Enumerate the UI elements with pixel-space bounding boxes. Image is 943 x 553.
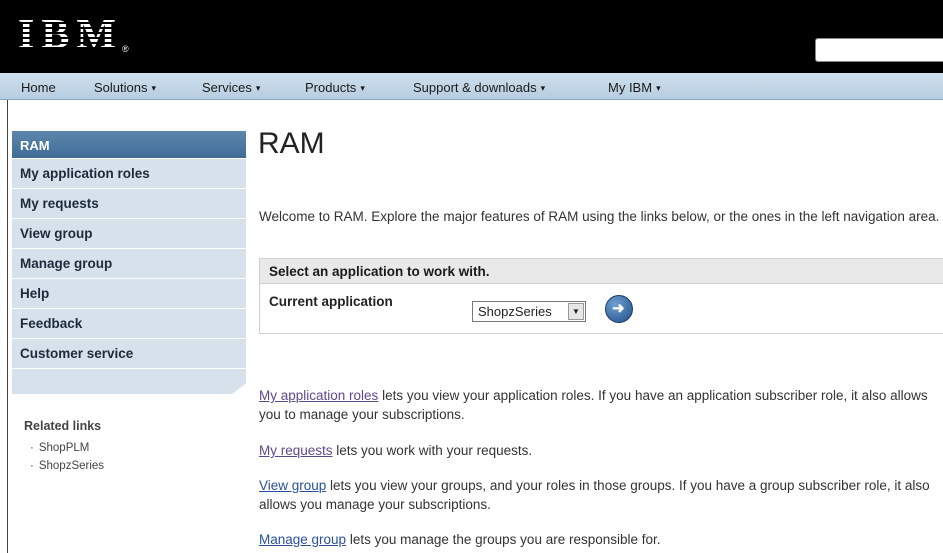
sidebar-item-my-application-roles[interactable]: My application roles — [12, 158, 246, 188]
masthead: IBM ® — [0, 0, 943, 73]
chevron-down-icon: ▾ — [151, 83, 157, 93]
description-my-requests: My requests lets you work with your requ… — [259, 443, 533, 458]
nav-services[interactable]: Services ▾ — [202, 80, 260, 95]
chevron-down-icon: ▾ — [255, 83, 261, 93]
description-manage-group: Manage group lets you manage the groups … — [259, 532, 661, 547]
nav-products[interactable]: Products ▾ — [305, 80, 365, 95]
nav-solutions[interactable]: Solutions ▾ — [94, 80, 156, 95]
left-frame-border — [0, 100, 8, 553]
arrow-right-icon: ➜ — [612, 300, 625, 317]
description-my-application-roles: My application roles lets you view your … — [259, 388, 928, 422]
chevron-down-icon: ▾ — [360, 83, 365, 93]
related-link-shopplm[interactable]: ShopPLM — [30, 442, 90, 454]
sidebar-item-manage-group[interactable]: Manage group — [12, 248, 246, 278]
sidebar-item-feedback[interactable]: Feedback — [12, 308, 246, 338]
sidebar-item-my-requests[interactable]: My requests — [12, 188, 246, 218]
go-button[interactable]: ➜ — [605, 295, 633, 323]
sidebar-item-help[interactable]: Help — [12, 278, 246, 308]
link-manage-group[interactable]: Manage group — [259, 532, 346, 547]
panel-heading: Select an application to work with. — [260, 259, 943, 284]
page-title: RAM — [258, 127, 325, 160]
nav-my-ibm[interactable]: My IBM ▾ — [608, 80, 661, 95]
application-select-panel: Select an application to work with. Curr… — [259, 258, 943, 334]
chevron-down-icon: ▾ — [540, 83, 546, 93]
nav-home[interactable]: Home — [21, 80, 56, 95]
description-view-group: View group lets you view your groups, an… — [259, 478, 930, 512]
nav-support-downloads[interactable]: Support & downloads ▾ — [413, 80, 545, 95]
svg-text:®: ® — [122, 44, 129, 54]
current-application-label: Current application — [269, 294, 393, 309]
selected-application: ShopzSeries — [478, 304, 552, 319]
chevron-down-icon: ▾ — [656, 83, 661, 93]
dropdown-arrow-icon[interactable]: ▼ — [568, 303, 584, 320]
welcome-text: Welcome to RAM. Explore the major featur… — [259, 209, 940, 224]
sidebar-heading[interactable]: RAM — [12, 131, 246, 158]
sidebar-item-view-group[interactable]: View group — [12, 218, 246, 248]
ibm-logo[interactable]: IBM ® — [18, 14, 138, 58]
sidebar-footer — [12, 368, 246, 394]
top-nav: Home Solutions ▾ Services ▾ Products ▾ Supp… — [0, 73, 943, 100]
svg-text:IBM: IBM — [18, 14, 116, 58]
link-my-application-roles[interactable]: My application roles — [259, 388, 378, 403]
related-link-shopzseries[interactable]: ShopzSeries — [30, 460, 104, 472]
application-select[interactable]: ShopzSeries ▼ — [472, 301, 586, 322]
link-my-requests[interactable]: My requests — [259, 443, 333, 458]
link-view-group[interactable]: View group — [259, 478, 326, 493]
sidebar-item-customer-service[interactable]: Customer service — [12, 338, 246, 368]
sidebar: RAM My application roles My requests Vie… — [12, 131, 246, 394]
search-input[interactable] — [815, 38, 943, 62]
related-links-heading: Related links — [24, 419, 102, 433]
